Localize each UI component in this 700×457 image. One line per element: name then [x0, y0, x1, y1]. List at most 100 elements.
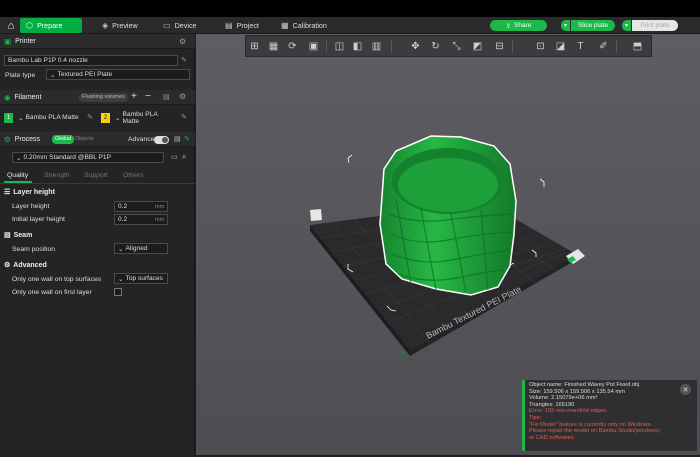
edit-filament-2-icon[interactable]: ✎ — [181, 113, 187, 121]
object-info-panel: Object name: Finished Wavey Pot Fixed.ob… — [522, 380, 697, 451]
gear-icon: ⚙ — [4, 262, 11, 269]
layers-editing-icon[interactable]: ▥ — [369, 39, 384, 54]
rotate-icon[interactable]: ↻ — [428, 39, 443, 54]
auto-orient-icon[interactable]: ⟳ — [285, 39, 300, 54]
tips-heading: Tips: — [529, 414, 542, 421]
text-tool-icon[interactable]: T — [573, 39, 588, 54]
filament-slot-2-select[interactable]: ⌄ Bambu PLA Matte — [112, 111, 178, 125]
home-icon[interactable]: ⌂ — [2, 18, 20, 33]
layers-icon: ◈ — [102, 21, 109, 30]
divider — [0, 183, 195, 184]
close-icon[interactable]: ✕ — [680, 384, 691, 395]
support-painting-icon[interactable]: ⊡ — [533, 39, 548, 54]
toolbar-separator — [616, 40, 617, 53]
filament-list-icon[interactable]: ▤ — [163, 93, 170, 101]
add-filament-icon[interactable]: + — [131, 91, 137, 102]
seam-icon: ▤ — [4, 232, 11, 239]
object-triangles: Triangles: 165190 — [529, 401, 575, 408]
tab-calibration[interactable]: ▦ Calibration — [275, 18, 333, 33]
printer-icon: ▣ — [4, 36, 12, 46]
move-icon[interactable]: ✥ — [408, 39, 423, 54]
printer-settings-gear-icon[interactable]: ⚙ — [179, 37, 186, 46]
seam-painting-icon[interactable]: ◪ — [553, 39, 568, 54]
layers-icon: ☰ — [4, 189, 11, 196]
monitor-icon: ▭ — [163, 21, 171, 30]
process-icon: ⚙ — [4, 134, 11, 144]
advanced-toggle[interactable] — [154, 136, 169, 144]
object-name: Object name: Finished Wavey Pot Fixed.ob… — [529, 382, 640, 388]
plate-number-label-icon — [310, 209, 322, 221]
search-icon[interactable]: ⌕ — [182, 152, 186, 162]
object-size: Size: 159.506 x 159.506 x 135.54 mm — [529, 388, 625, 395]
pot-interior — [398, 158, 498, 212]
toolbar-separator — [326, 40, 327, 53]
chevron-down-icon: ⌄ — [50, 71, 56, 79]
calibration-icon: ▦ — [281, 21, 289, 30]
global-toggle-button[interactable]: Global — [52, 135, 74, 144]
tip-line-1: "Fix Model" feature is currently only on… — [529, 421, 653, 428]
cut-icon[interactable]: ⊟ — [492, 39, 507, 54]
subtab-strength[interactable]: Strength — [44, 172, 70, 179]
remove-filament-icon[interactable]: − — [145, 91, 151, 102]
printer-preset-select[interactable]: Bambu Lab P1P 0.4 nozzle — [4, 55, 178, 66]
save-preset-icon[interactable]: ▭ — [171, 153, 178, 161]
compare-icon[interactable]: ▤ — [174, 135, 181, 143]
subtab-others[interactable]: Others — [123, 172, 143, 179]
share-icon: ⇪ — [505, 22, 512, 30]
process-preset-select[interactable]: ⌄ 0.20mm Standard @BBL P1P — [12, 152, 164, 163]
object-volume: Volume: 2.15079e+06 mm³ — [529, 395, 598, 402]
subtab-support[interactable]: Support — [84, 172, 108, 179]
seam-position-label: Seam position — [12, 246, 56, 253]
first-layer-wall-label: Only one wall on first layer — [12, 289, 92, 296]
seam-position-select[interactable]: ⌄ Aligned — [114, 243, 168, 254]
plate-type-select[interactable]: ⌄ Textured PEI Plate — [46, 69, 190, 80]
edit-filament-1-icon[interactable]: ✎ — [87, 113, 93, 121]
tip-line-3: or CAD softwares. — [529, 434, 576, 441]
initial-layer-height-label: Initial layer height — [12, 216, 65, 223]
slice-plate-button[interactable]: Slice plate — [571, 20, 615, 31]
objects-toggle-button[interactable]: Objects — [75, 136, 94, 142]
filament-slot-1-badge: 1 — [4, 113, 13, 123]
tab-project[interactable]: ▤ Project — [219, 18, 265, 33]
tab-preview[interactable]: ◈ Preview — [96, 18, 144, 33]
seam-header: ▤ Seam — [4, 232, 33, 239]
project-icon: ▤ — [225, 21, 233, 30]
filament-slot-2-badge: 2 — [101, 113, 110, 123]
add-object-icon[interactable]: ⊞ — [247, 39, 262, 54]
tab-device[interactable]: ▭ Device — [157, 18, 203, 33]
cube-icon: ⬡ — [26, 21, 33, 30]
arrange-icon[interactable]: ▣ — [306, 39, 321, 54]
scene-toolbar: ⊞ ▦ ⟳ ▣ ◫ ◧ ▥ ✥ ↻ ⤡ ◩ ⊟ ⊡ ◪ T ✐ ⬒ — [245, 35, 652, 57]
slice-dropdown-icon[interactable]: ▾ — [561, 20, 570, 31]
scale-icon[interactable]: ⤡ — [449, 39, 464, 54]
color-painting-icon[interactable]: ✐ — [596, 39, 611, 54]
flushing-volumes-button[interactable]: Flushing volumes — [79, 93, 128, 102]
object-error: Error: 192 non-manifold edges. — [529, 408, 608, 415]
print-plate-button[interactable]: Print plate — [632, 20, 678, 31]
add-plate-icon[interactable]: ▦ — [266, 39, 281, 54]
lay-on-face-icon[interactable]: ◩ — [470, 39, 485, 54]
initial-layer-height-unit: mm — [155, 217, 165, 223]
share-button[interactable]: ⇪ Share — [490, 20, 547, 31]
split-parts-icon[interactable]: ◧ — [350, 39, 365, 54]
process-edit-icon[interactable]: ✎ — [184, 135, 190, 143]
edit-printer-icon[interactable]: ✎ — [181, 56, 187, 64]
chevron-down-icon: ⌄ — [18, 114, 24, 122]
layer-height-unit: mm — [155, 204, 165, 210]
print-dropdown-icon[interactable]: ▾ — [622, 20, 631, 31]
tab-prepare[interactable]: ⬡ Prepare — [20, 18, 82, 33]
top-wall-select[interactable]: ⌄ Top surfaces — [114, 273, 168, 284]
filament-slot-1-select[interactable]: ⌄ Bambu PLA Matte — [15, 112, 85, 123]
subtab-quality[interactable]: Quality — [7, 172, 28, 179]
filament-settings-gear-icon[interactable]: ⚙ — [179, 92, 186, 101]
toolbar-separator — [391, 40, 392, 53]
split-objects-icon[interactable]: ◫ — [332, 39, 347, 54]
chevron-down-icon: ⌄ — [115, 114, 121, 122]
chevron-down-icon: ⌄ — [118, 275, 124, 283]
filament-icon: ◉ — [4, 92, 11, 102]
assembly-view-icon[interactable]: ⬒ — [630, 39, 645, 54]
first-layer-wall-checkbox[interactable] — [114, 288, 122, 296]
chevron-down-icon: ⌄ — [16, 154, 22, 162]
chevron-down-icon: ⌄ — [118, 245, 124, 253]
advanced-header: ⚙ Advanced — [4, 262, 47, 269]
